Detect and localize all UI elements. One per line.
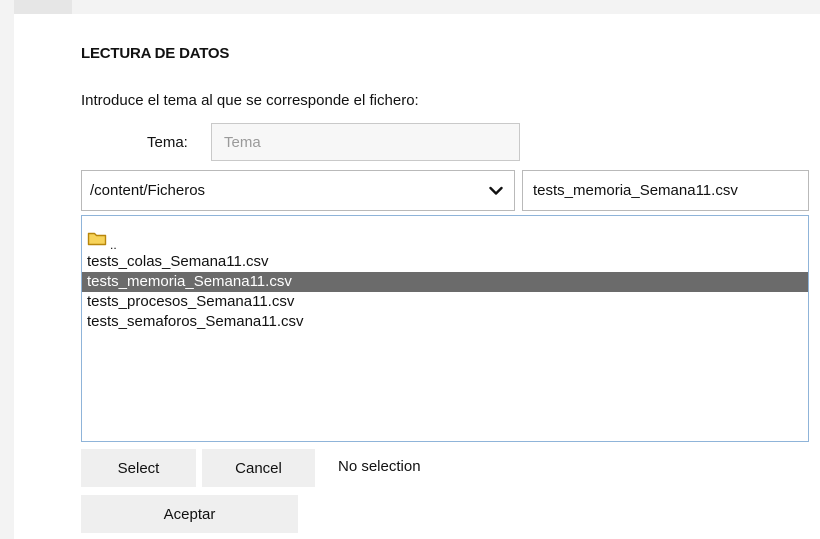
list-item-parent[interactable]: .. <box>82 230 808 252</box>
list-item[interactable]: tests_semaforos_Semana11.csv <box>82 312 808 332</box>
list-item[interactable]: tests_colas_Semana11.csv <box>82 252 808 272</box>
tema-input[interactable] <box>211 123 520 161</box>
top-strip <box>0 0 820 14</box>
path-dropdown-value: /content/Ficheros <box>90 182 206 199</box>
section-title: LECTURA DE DATOS <box>81 45 230 62</box>
file-list[interactable]: .. tests_colas_Semana11.csv tests_memori… <box>81 215 809 442</box>
list-item-selected[interactable]: tests_memoria_Semana11.csv <box>82 272 808 292</box>
select-button[interactable]: Select <box>81 449 196 487</box>
chevron-down-icon <box>488 183 504 199</box>
tema-label: Tema: <box>147 134 188 151</box>
filename-input[interactable] <box>522 170 809 211</box>
corner-block <box>14 0 72 14</box>
cancel-button[interactable]: Cancel <box>202 449 315 487</box>
parent-dir-label: .. <box>110 238 117 252</box>
left-strip <box>0 0 14 539</box>
intro-text: Introduce el tema al que se corresponde … <box>81 92 419 109</box>
accept-button[interactable]: Aceptar <box>81 495 298 533</box>
list-item[interactable]: tests_procesos_Semana11.csv <box>82 292 808 312</box>
selection-status: No selection <box>338 458 421 475</box>
path-dropdown[interactable]: /content/Ficheros <box>81 170 515 211</box>
folder-icon <box>87 231 107 252</box>
